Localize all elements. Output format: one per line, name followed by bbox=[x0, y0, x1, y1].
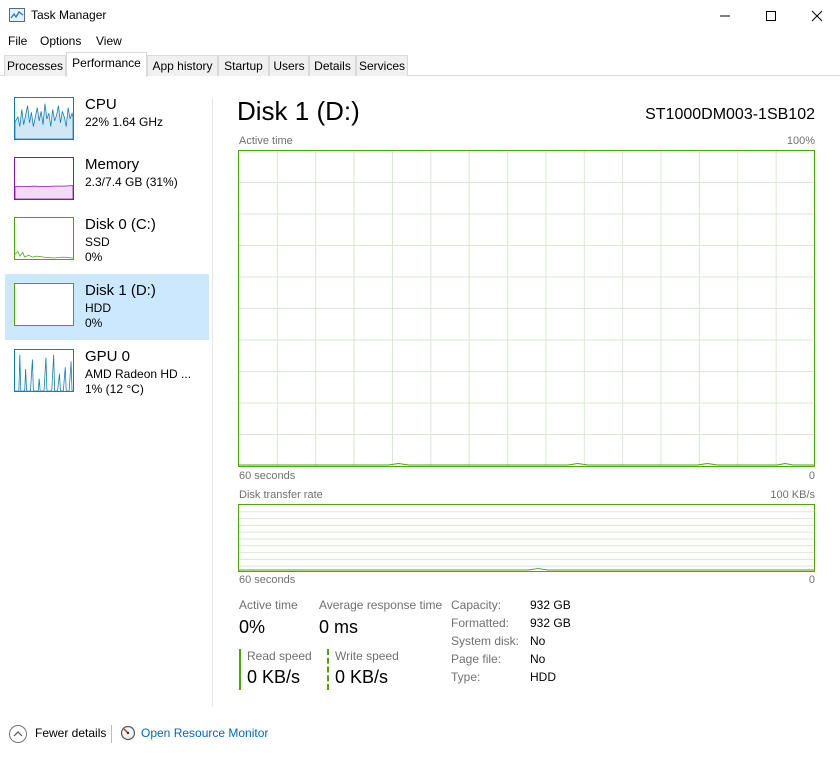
type-label: Type: bbox=[451, 670, 481, 684]
sidebar-disk1-usage: 0% bbox=[85, 316, 103, 330]
tab-users[interactable]: Users bbox=[269, 55, 309, 76]
resource-monitor-icon bbox=[120, 725, 136, 741]
maximize-button[interactable] bbox=[748, 0, 794, 31]
sidebar-item-disk1[interactable]: Disk 1 (D:) HDD 0% bbox=[5, 274, 209, 340]
read-speed-label: Read speed bbox=[247, 649, 312, 663]
close-button[interactable] bbox=[794, 0, 840, 31]
sidebar-item-cpu[interactable]: CPU 22% 1.64 GHz bbox=[5, 90, 209, 154]
sidebar-gpu0-model: AMD Radeon HD ... bbox=[85, 367, 192, 381]
title-bar: Task Manager bbox=[0, 0, 840, 31]
page-file-value: No bbox=[530, 652, 546, 666]
active-time-label: Active time bbox=[239, 598, 298, 612]
tab-performance[interactable]: Performance bbox=[66, 52, 147, 77]
open-resource-monitor-link[interactable]: Open Resource Monitor bbox=[141, 726, 268, 740]
sidebar-cpu-usage: 22% 1.64 GHz bbox=[85, 115, 164, 129]
active-time-value: 0% bbox=[239, 617, 266, 637]
tab-app-history[interactable]: App history bbox=[147, 55, 218, 76]
sidebar-gpu0-name: GPU 0 bbox=[85, 348, 131, 365]
tab-details[interactable]: Details bbox=[309, 55, 356, 76]
sidebar-memory-name: Memory bbox=[85, 156, 140, 173]
task-manager-icon bbox=[9, 8, 25, 22]
sidebar-item-disk0[interactable]: Disk 0 (C:) SSD 0% bbox=[5, 210, 209, 274]
gpu0-thumbnail-graph bbox=[14, 349, 74, 392]
active-time-graph bbox=[238, 150, 815, 467]
avg-response-value: 0 ms bbox=[319, 617, 359, 637]
menu-options[interactable]: Options bbox=[40, 34, 81, 48]
system-disk-label: System disk: bbox=[451, 634, 520, 648]
transfer-rate-graph-max: 100 KB/s bbox=[770, 489, 815, 501]
close-icon bbox=[811, 10, 823, 21]
chevron-up-icon[interactable] bbox=[9, 725, 27, 743]
footer-bar: Fewer details Open Resource Monitor bbox=[0, 716, 840, 752]
tab-startup[interactable]: Startup bbox=[218, 55, 269, 76]
capacity-value: 932 GB bbox=[530, 598, 571, 612]
sidebar-disk1-type: HDD bbox=[85, 301, 111, 315]
disk0-thumbnail-graph bbox=[14, 217, 74, 260]
menu-view[interactable]: View bbox=[96, 34, 122, 48]
memory-thumbnail-graph bbox=[14, 157, 74, 200]
footer-divider bbox=[111, 725, 112, 743]
sidebar-divider bbox=[212, 98, 213, 706]
transfer-rate-graph-min: 0 bbox=[808, 574, 815, 586]
capacity-label: Capacity: bbox=[451, 598, 502, 612]
minimize-button[interactable] bbox=[702, 0, 748, 31]
tab-services[interactable]: Services bbox=[356, 55, 408, 76]
sidebar-disk0-usage: 0% bbox=[85, 250, 103, 264]
active-time-graph-label: Active time bbox=[239, 135, 293, 147]
system-disk-value: No bbox=[530, 634, 546, 648]
sidebar-item-gpu0[interactable]: GPU 0 AMD Radeon HD ... 1% (12 °C) bbox=[5, 342, 209, 406]
active-time-graph-time: 60 seconds bbox=[239, 470, 296, 482]
sidebar-cpu-name: CPU bbox=[85, 96, 117, 113]
active-time-graph-max: 100% bbox=[786, 135, 815, 147]
transfer-rate-graph bbox=[238, 504, 815, 572]
maximize-icon bbox=[766, 10, 776, 21]
active-time-graph-min: 0 bbox=[808, 470, 815, 482]
cpu-thumbnail-graph bbox=[14, 97, 74, 140]
sidebar-disk0-name: Disk 0 (C:) bbox=[85, 216, 156, 233]
write-speed-indicator bbox=[327, 649, 329, 690]
transfer-rate-graph-label: Disk transfer rate bbox=[239, 489, 323, 501]
fewer-details-button[interactable]: Fewer details bbox=[35, 726, 106, 740]
type-value: HDD bbox=[530, 670, 556, 684]
read-speed-indicator bbox=[239, 649, 241, 690]
read-speed-value: 0 KB/s bbox=[247, 667, 301, 687]
sidebar-item-memory[interactable]: Memory 2.3/7.4 GB (31%) bbox=[5, 150, 209, 214]
tab-processes[interactable]: Processes bbox=[4, 55, 66, 76]
disk-model: ST1000DM003-1SB102 bbox=[645, 106, 815, 123]
write-speed-value: 0 KB/s bbox=[335, 667, 389, 687]
window-title: Task Manager bbox=[31, 8, 107, 22]
menu-file[interactable]: File bbox=[8, 34, 27, 48]
transfer-rate-graph-time: 60 seconds bbox=[239, 574, 296, 586]
write-speed-label: Write speed bbox=[335, 649, 399, 663]
menu-bar: File Options View bbox=[0, 31, 840, 51]
formatted-value: 932 GB bbox=[530, 616, 571, 630]
page-title: Disk 1 (D:) bbox=[237, 96, 360, 126]
avg-response-label: Average response time bbox=[319, 598, 443, 612]
sidebar-memory-usage: 2.3/7.4 GB (31%) bbox=[85, 175, 178, 189]
tab-strip: Processes Performance App history Startu… bbox=[0, 51, 840, 77]
sidebar-disk1-name: Disk 1 (D:) bbox=[85, 282, 156, 299]
sidebar-gpu0-usage: 1% (12 °C) bbox=[85, 382, 144, 396]
minimize-icon bbox=[720, 15, 730, 16]
page-file-label: Page file: bbox=[451, 652, 502, 666]
sidebar-disk0-type: SSD bbox=[85, 235, 110, 249]
disk1-thumbnail-graph bbox=[14, 283, 74, 326]
formatted-label: Formatted: bbox=[451, 616, 510, 630]
